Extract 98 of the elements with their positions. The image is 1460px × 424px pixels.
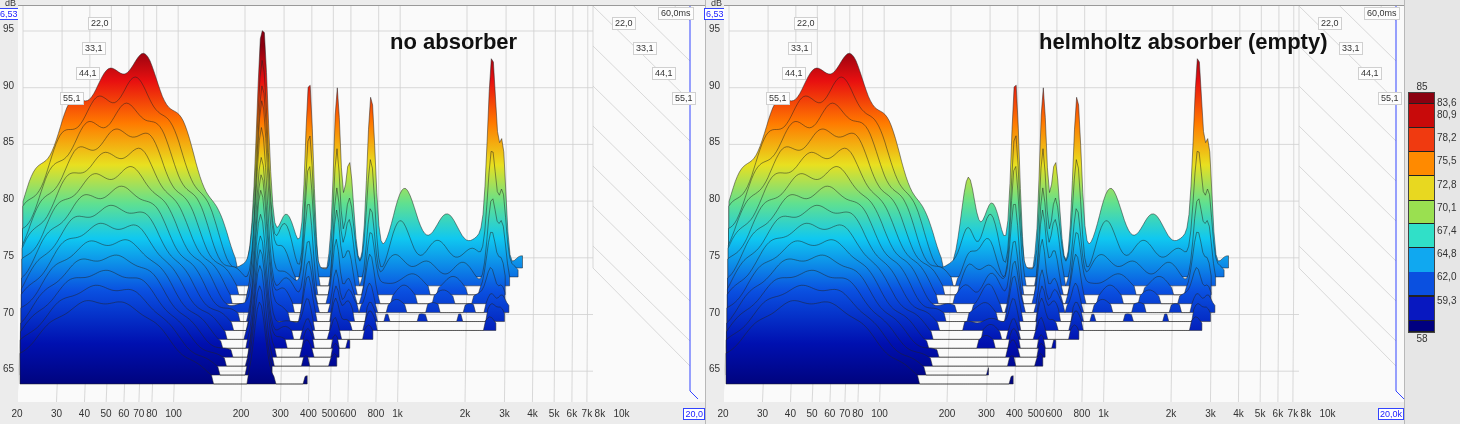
- y-tick-label: 85: [709, 136, 721, 148]
- x-tick-label: 3k: [1205, 408, 1216, 419]
- x-tick-label: 300: [272, 408, 289, 419]
- plot-title: helmholtz absorber (empty): [1039, 31, 1328, 53]
- y-tick-label: 95: [3, 23, 15, 34]
- x-tick-label: 500: [1027, 408, 1045, 419]
- x-tick-label: 8k: [594, 408, 606, 419]
- x-tick-label: 60: [824, 408, 836, 419]
- y-tick-label: 90: [3, 79, 15, 91]
- x-tick-label: 400: [1006, 408, 1023, 419]
- y-cursor-readout: 6,53: [0, 8, 20, 20]
- time-slice-label: 33,1: [1339, 42, 1363, 55]
- x-tick-label: 300: [978, 408, 995, 419]
- scale-max-label: 85: [1415, 81, 1429, 92]
- x-cursor-readout: 20,0: [683, 408, 705, 420]
- x-tick-label: 500: [321, 408, 339, 419]
- x-tick-label: 10k: [1319, 408, 1336, 419]
- x-cursor-readout: 20,0k: [1377, 408, 1404, 420]
- scale-label: 83,6: [1436, 97, 1457, 109]
- x-tick-label: 70: [133, 408, 145, 419]
- x-tick-label: 10k: [613, 408, 630, 419]
- x-tick-label: 2k: [459, 408, 471, 419]
- x-tick-label: 400: [300, 408, 317, 419]
- time-slice-label: 44,1: [782, 67, 806, 80]
- x-tick-label: 7k: [581, 408, 593, 419]
- x-tick-label: 7k: [1287, 408, 1299, 419]
- time-slice-label: 22,0: [612, 17, 636, 30]
- x-tick-label: 40: [78, 408, 90, 419]
- x-tick-label: 8k: [1300, 408, 1312, 419]
- x-tick-label: 4k: [1233, 408, 1244, 419]
- x-tick-label: 5k: [548, 408, 560, 419]
- time-slice-label: 55,1: [672, 92, 696, 105]
- x-tick-label: 50: [100, 408, 112, 419]
- x-tick-label: 80: [852, 408, 864, 419]
- scale-label: 70,1: [1436, 201, 1457, 215]
- x-tick-label: 100: [165, 408, 182, 419]
- x-tick-label: 600: [1045, 408, 1063, 419]
- x-tick-label: 200: [232, 408, 250, 419]
- scale-label: 72,8: [1436, 178, 1457, 192]
- x-tick-label: 3k: [499, 408, 510, 419]
- time-slice-label: 33,1: [788, 42, 812, 55]
- time-end-label: 60,0ms: [1364, 7, 1400, 20]
- x-tick-label: 2k: [1165, 408, 1177, 419]
- x-tick-label: 20: [717, 408, 729, 419]
- x-tick-label: 100: [871, 408, 888, 419]
- scale-label: 59,3: [1436, 294, 1457, 308]
- x-tick-label: 60: [118, 408, 130, 419]
- scale-label: 80,9: [1436, 109, 1457, 122]
- x-tick-label: 6k: [1272, 408, 1284, 419]
- scale-label: 64,8: [1436, 248, 1457, 262]
- time-slice-label: 22,0: [1318, 17, 1342, 30]
- time-slice-label: 33,1: [82, 42, 106, 55]
- plot-title: no absorber: [390, 31, 518, 53]
- y-tick-label: 75: [3, 249, 15, 261]
- y-unit-label: dB: [5, 0, 16, 8]
- x-tick-label: 40: [784, 408, 796, 419]
- scale-label: 62,0: [1436, 271, 1457, 285]
- x-tick-label: 80: [146, 408, 158, 419]
- scale-label: 78,2: [1436, 132, 1457, 146]
- x-tick-label: 50: [806, 408, 818, 419]
- x-tick-label: 1k: [1098, 408, 1109, 419]
- scale-label: 67,4: [1436, 224, 1457, 238]
- y-tick-label: 80: [3, 193, 15, 205]
- time-slice-label: 33,1: [633, 42, 657, 55]
- time-slice-label: 44,1: [652, 67, 676, 80]
- y-tick-label: 70: [709, 306, 721, 318]
- x-tick-label: 20: [11, 408, 23, 419]
- x-tick-label: 4k: [527, 408, 538, 419]
- x-tick-label: 5k: [1254, 408, 1266, 419]
- scale-label: 75,5: [1436, 155, 1457, 169]
- x-tick-label: 6k: [566, 408, 578, 419]
- time-slice-label: 44,1: [1358, 67, 1382, 80]
- y-tick-label: 85: [3, 136, 15, 148]
- y-tick-label: 80: [709, 193, 721, 205]
- x-tick-label: 200: [938, 408, 956, 419]
- y-tick-label: 95: [709, 23, 721, 34]
- y-tick-label: 70: [3, 306, 15, 318]
- x-tick-label: 800: [1073, 408, 1091, 419]
- x-tick-label: 30: [50, 408, 62, 419]
- x-tick-label: 30: [756, 408, 768, 419]
- time-slice-label: 44,1: [76, 67, 100, 80]
- x-tick-label: 1k: [392, 408, 403, 419]
- time-slice-label: 55,1: [766, 92, 790, 105]
- y-tick-label: 65: [709, 363, 721, 375]
- y-cursor-readout: 6,53: [704, 8, 726, 20]
- time-slice-label: 22,0: [88, 17, 112, 30]
- scale-min-label: 58: [1415, 333, 1429, 344]
- y-tick-label: 90: [709, 79, 721, 91]
- y-tick-label: 75: [709, 249, 721, 261]
- y-unit-label: dB: [711, 0, 722, 8]
- time-slice-label: 55,1: [1378, 92, 1402, 105]
- x-tick-label: 70: [839, 408, 851, 419]
- time-slice-label: 22,0: [794, 17, 818, 30]
- y-tick-label: 65: [3, 363, 15, 375]
- time-slice-label: 55,1: [60, 92, 84, 105]
- time-end-label: 60,0ms: [658, 7, 694, 20]
- x-tick-label: 600: [339, 408, 357, 419]
- x-tick-label: 800: [367, 408, 385, 419]
